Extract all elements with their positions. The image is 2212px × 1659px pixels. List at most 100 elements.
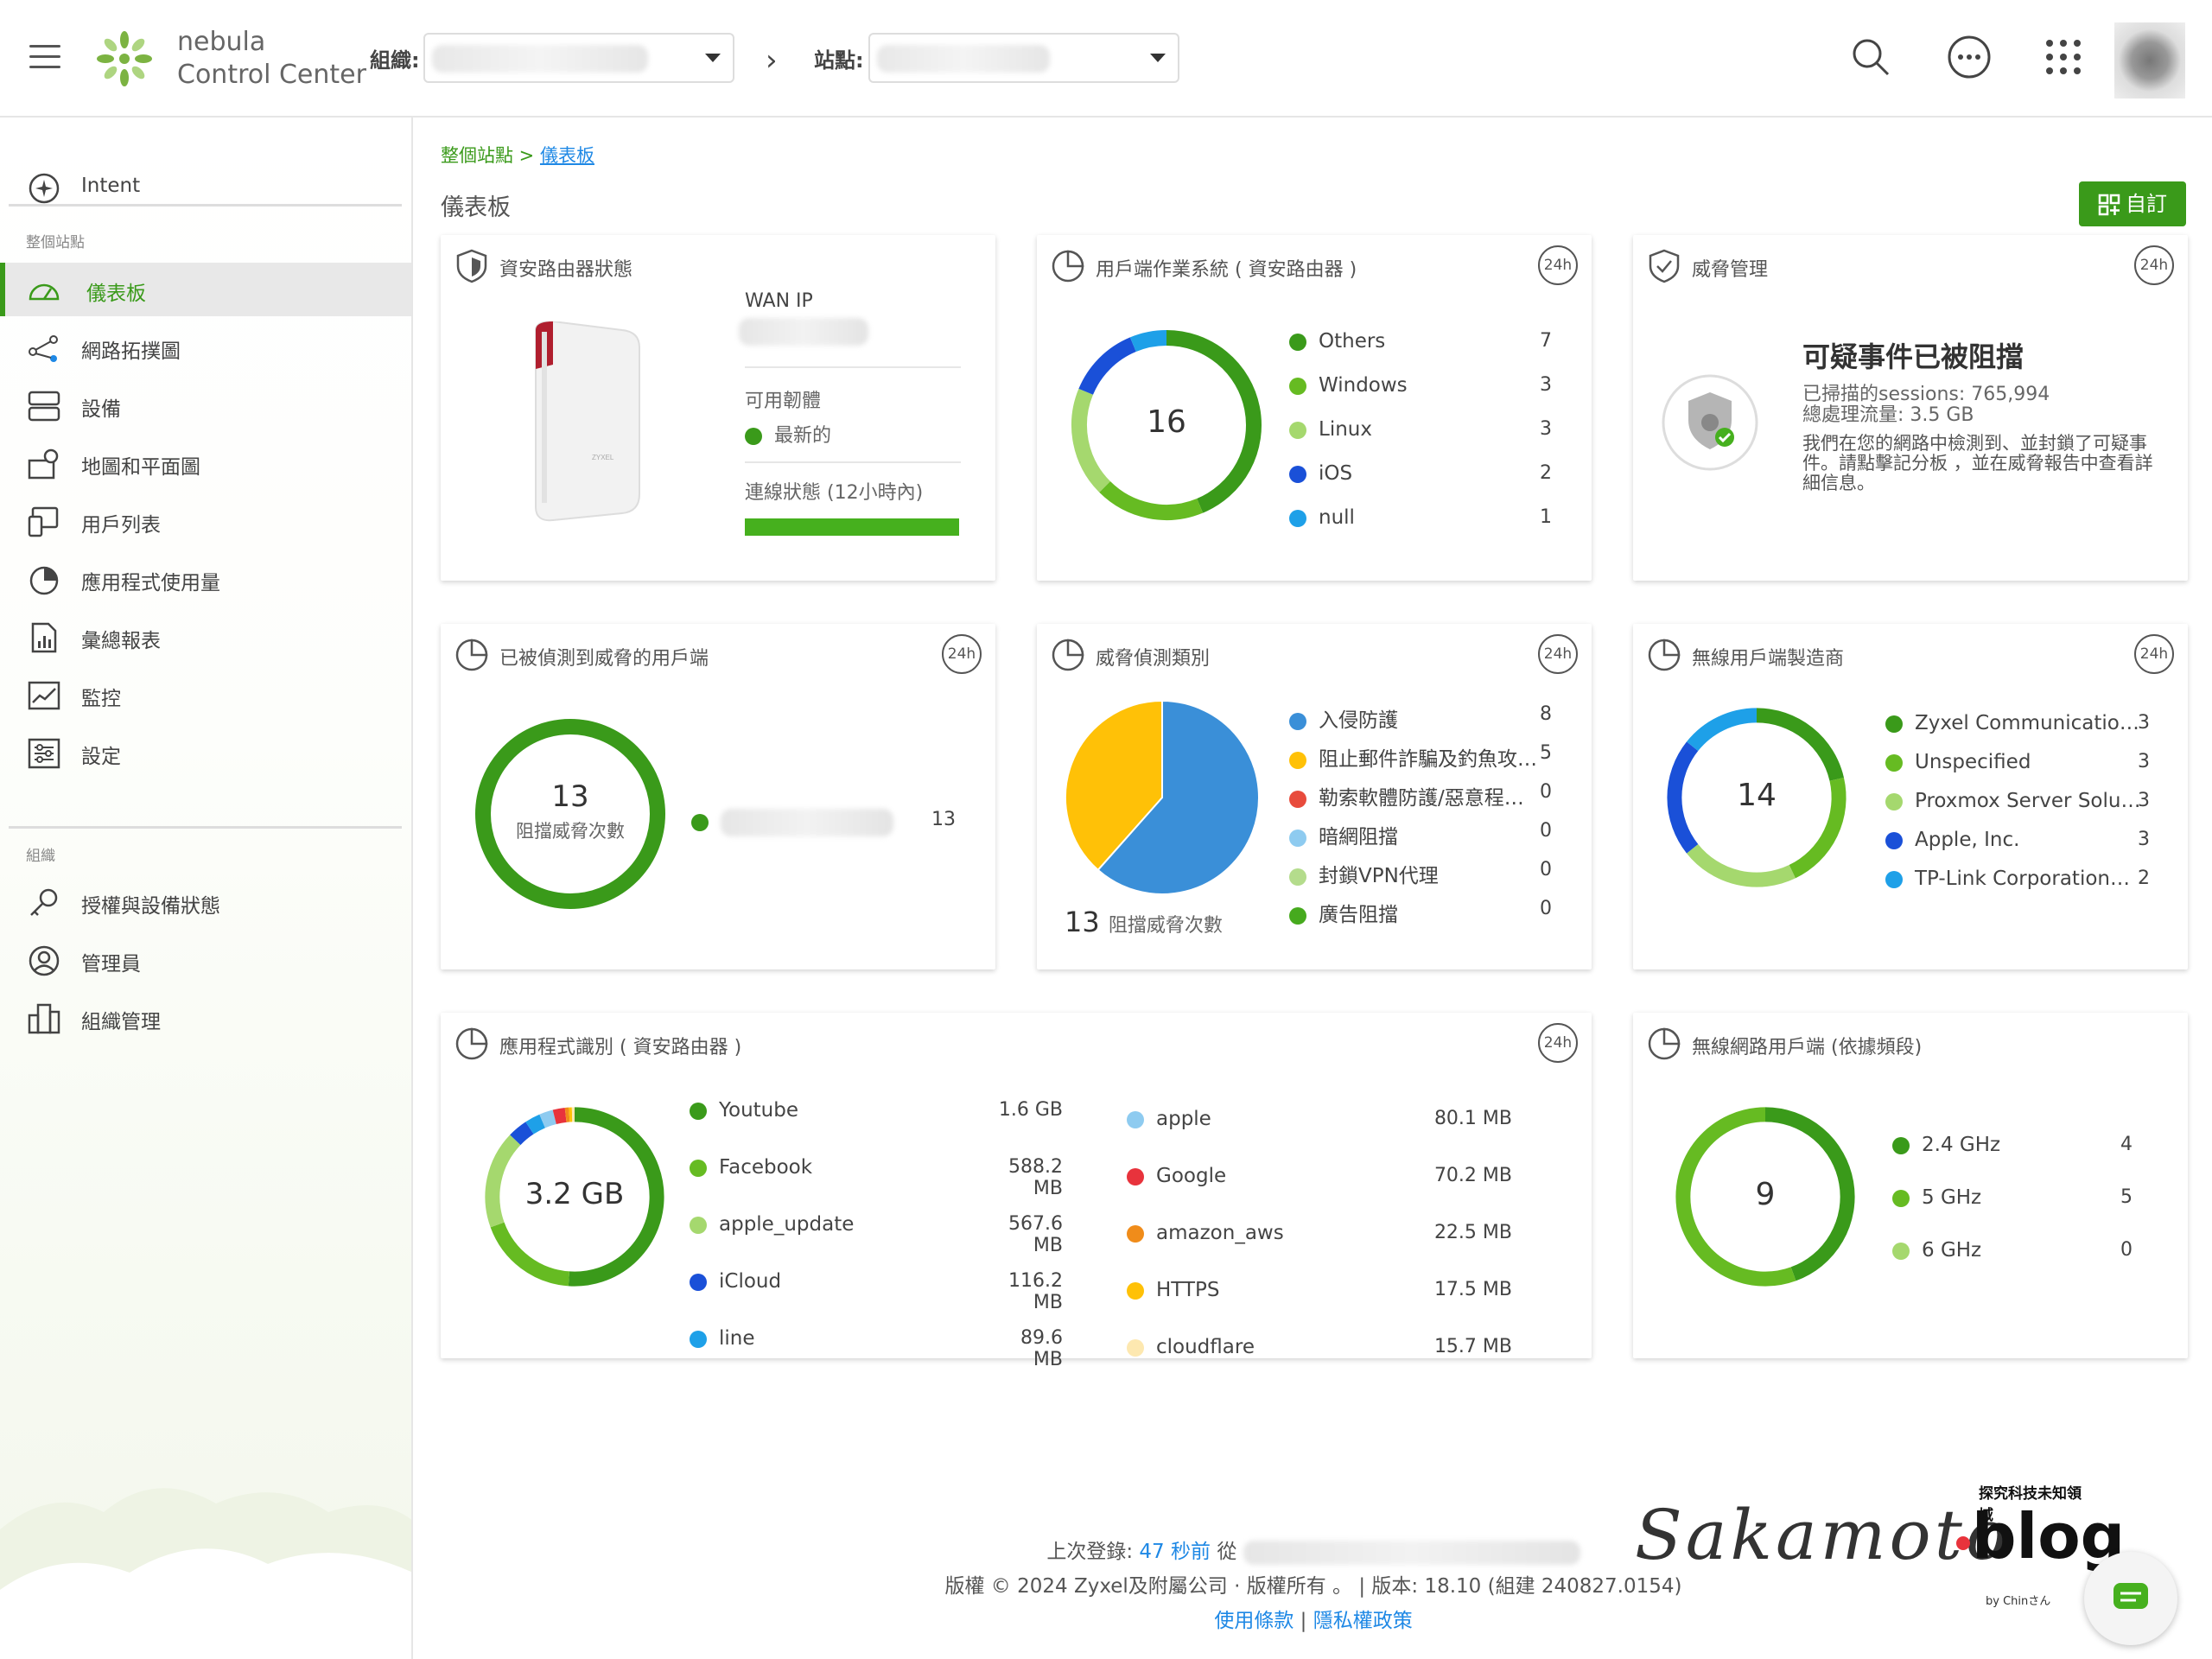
sidebar-item-dashboard[interactable]: 儀表板 [0, 263, 411, 316]
legend-dot [1892, 1190, 1910, 1207]
org-select[interactable] [423, 33, 734, 83]
legend-item[interactable]: 6 GHz [1892, 1239, 1981, 1262]
legend-item[interactable]: 入侵防護 [1289, 703, 1398, 733]
badge-24h[interactable]: 24h [1538, 634, 1578, 674]
donut-segment[interactable] [1693, 715, 1757, 747]
sidebar-item-monitor[interactable]: 監控 [0, 668, 411, 721]
customize-button[interactable]: 自訂 [2079, 181, 2186, 226]
sidebar-item-app-usage[interactable]: 應用程式使用量 [0, 552, 411, 606]
legend-item[interactable]: Windows [1289, 374, 1408, 397]
badge-24h[interactable]: 24h [1538, 1023, 1578, 1063]
legend-value: 7 [1503, 330, 1552, 352]
sidebar-item-devices[interactable]: 設備 [0, 378, 411, 432]
legend-item[interactable]: HTTPS [1127, 1279, 1219, 1301]
legend-item[interactable]: apple_update [690, 1213, 854, 1236]
search-icon[interactable] [1847, 33, 1895, 81]
threat-description: 我們在您的網路中檢測到、並封鎖了可疑事件。請點擊記分板 ，並在威脅報告中查看詳細… [1802, 434, 2157, 493]
threat-clients-total-label: 阻擋威脅次數 [510, 819, 631, 843]
legend-item[interactable]: iCloud [690, 1270, 781, 1293]
sidebar-item-topology[interactable]: 網路拓撲圖 [0, 321, 411, 374]
firmware-status: 最新的 [745, 420, 831, 448]
donut-segment[interactable] [555, 1115, 566, 1116]
legend-item[interactable]: 2.4 GHz [1892, 1134, 2000, 1156]
legend-item[interactable]: apple [1127, 1108, 1211, 1130]
badge-24h[interactable]: 24h [2134, 245, 2174, 285]
legend-item[interactable]: Others [1289, 330, 1385, 353]
sidebar-item-report[interactable]: 彙總報表 [0, 610, 411, 664]
hamburger-menu-icon[interactable] [29, 45, 60, 69]
legend-item[interactable]: cloudflare [1127, 1336, 1255, 1358]
terms-link[interactable]: 使用條款 [1214, 1610, 1294, 1632]
donut-segment[interactable] [1086, 345, 1134, 392]
sidebar-item-settings[interactable]: 設定 [0, 726, 411, 779]
legend-item[interactable]: 5 GHz [1892, 1186, 1981, 1209]
breadcrumb-current[interactable]: 儀表板 [540, 145, 594, 166]
threat-management-card: 威脅管理 24h 可疑事件已被阻擋 已掃描的sessions: 765,994 … [1633, 235, 2188, 581]
legend-label: TP-Link Corporation… [1915, 868, 2130, 890]
pie-chart-icon [453, 636, 491, 674]
legend-label: cloudflare [1156, 1336, 1255, 1358]
apps-grid-icon[interactable] [2039, 33, 2088, 81]
sidebar: Intent 整個站點 儀表板 網路拓撲圖 設備 地圖和平面圖 用戶列表 應用程… [0, 118, 413, 1659]
site-select[interactable] [868, 33, 1179, 83]
legend-item[interactable]: 封鎖VPN代理 [1289, 859, 1439, 888]
donut-segment[interactable] [530, 1122, 543, 1128]
legend-item[interactable]: TP-Link Corporation… [1885, 868, 2130, 890]
donut-segment[interactable] [1133, 338, 1166, 345]
breadcrumb-root[interactable]: 整個站點 > [441, 145, 534, 166]
donut-segment[interactable] [1693, 849, 1793, 880]
privacy-link[interactable]: 隱私權政策 [1313, 1610, 1413, 1632]
donut-segment[interactable] [498, 1224, 569, 1278]
more-options-icon[interactable] [1945, 33, 1993, 81]
sidebar-item-license[interactable]: 授權與設備狀態 [0, 875, 411, 929]
sidebar-item-admin[interactable]: 管理員 [0, 933, 411, 987]
connection-label: 連線狀態 (12小時內) [745, 477, 923, 505]
legend-item[interactable]: amazon_aws [1127, 1222, 1284, 1244]
legend-item[interactable]: 暗網阻擋 [1289, 820, 1398, 849]
chevron-right-icon: › [766, 43, 778, 78]
legend-label: Linux [1319, 418, 1372, 441]
chat-button[interactable] [2084, 1552, 2177, 1645]
pie-chart-icon [453, 1025, 491, 1063]
legend-item[interactable]: line [690, 1327, 755, 1350]
legend-dot [1885, 832, 1903, 849]
legend-item[interactable]: Google [1127, 1165, 1226, 1187]
badge-24h[interactable]: 24h [1538, 245, 1578, 285]
legend-item[interactable]: null [1289, 506, 1355, 529]
legend-item[interactable]: Linux [1289, 418, 1372, 441]
sidebar-item-client-list[interactable]: 用戶列表 [0, 494, 411, 548]
threat-client-row[interactable] [691, 809, 893, 836]
donut-segment[interactable] [515, 1128, 530, 1140]
avatar[interactable] [2114, 22, 2185, 99]
legend-label: iCloud [719, 1270, 781, 1293]
badge-24h[interactable]: 24h [2134, 634, 2174, 674]
legend-value: 3 [2101, 790, 2150, 811]
donut-segment[interactable] [543, 1117, 555, 1122]
legend-value: 22.5 MB [1426, 1222, 1512, 1243]
last-login-time[interactable]: 47 秒前 [1139, 1541, 1211, 1563]
legend-dot [690, 1160, 707, 1177]
sidebar-item-org-manage[interactable]: 組織管理 [0, 991, 411, 1045]
badge-24h[interactable]: 24h [942, 634, 982, 674]
donut-segment[interactable] [1757, 715, 1837, 779]
last-login-from: 從 [1217, 1541, 1236, 1563]
legend-dot [1289, 510, 1306, 527]
legend-item[interactable]: 廣告阻擋 [1289, 898, 1398, 927]
legend-value: 1.6 GB [994, 1099, 1063, 1121]
legend-value: 5 [2084, 1186, 2133, 1208]
legend-item[interactable]: Apple, Inc. [1885, 829, 2019, 851]
legend-item[interactable]: Unspecified [1885, 751, 2031, 773]
legend-dot [690, 1331, 707, 1348]
legend-item[interactable]: 勒索軟體防護/惡意程… [1289, 781, 1524, 810]
legend-item[interactable]: Facebook [690, 1156, 812, 1179]
sidebar-item-label: 網路拓撲圖 [81, 334, 181, 364]
legend-item[interactable]: 阻止郵件詐騙及釣魚攻… [1289, 742, 1537, 772]
legend-value: 0 [1503, 820, 1552, 842]
legend-item[interactable]: Youtube [690, 1099, 798, 1122]
sidebar-item-map[interactable]: 地圖和平面圖 [0, 436, 411, 490]
legend-dot [1289, 334, 1306, 351]
donut-segment[interactable] [1105, 486, 1200, 512]
card-title: 用戶端作業系統 ( 資安路由器 ) [1096, 254, 1357, 282]
sidebar-item-label: 地圖和平面圖 [81, 450, 200, 480]
legend-item[interactable]: iOS [1289, 462, 1352, 485]
